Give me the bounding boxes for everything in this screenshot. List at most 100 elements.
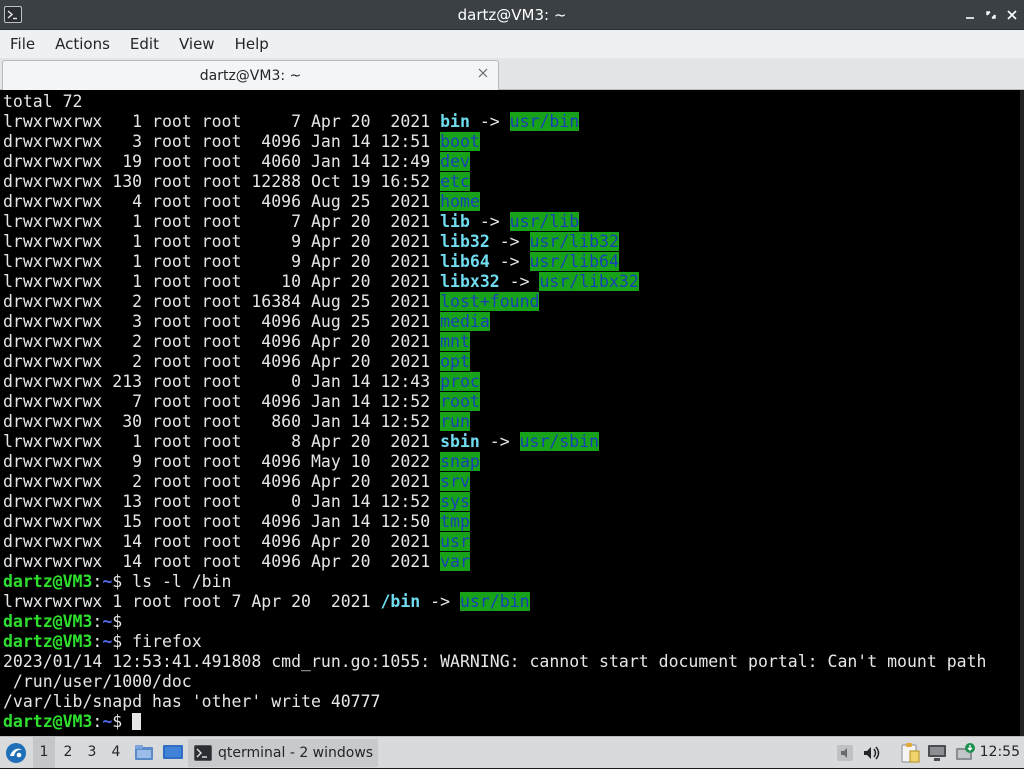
prompt-path: ~ bbox=[102, 612, 113, 631]
terminal-icon[interactable] bbox=[4, 6, 22, 23]
network-icon[interactable] bbox=[926, 743, 948, 763]
terminal-text: drwxrwxrwx 3 root root 4096 Jan 14 12:51 bbox=[3, 132, 441, 151]
terminal-line: dartz@VM3:~$ bbox=[3, 712, 986, 732]
directory-name: sys bbox=[440, 492, 470, 511]
menu-help[interactable]: Help bbox=[225, 30, 279, 58]
symlink-name: lib64 bbox=[440, 252, 490, 271]
terminal-text: $ bbox=[112, 612, 123, 631]
terminal-line: lrwxrwxrwx 1 root root 10 Apr 20 2021 li… bbox=[3, 272, 986, 292]
terminal-text: lrwxrwxrwx 1 root root 9 Apr 20 2021 bbox=[3, 232, 441, 251]
symlink-name: sbin bbox=[440, 432, 480, 451]
clock[interactable]: 12:55 bbox=[980, 737, 1020, 768]
menu-edit[interactable]: Edit bbox=[120, 30, 169, 58]
file-manager-icon[interactable] bbox=[134, 742, 154, 762]
terminal-line: dartz@VM3:~$ bbox=[3, 612, 986, 632]
terminal-line: drwxrwxrwx 14 root root 4096 Apr 20 2021… bbox=[3, 532, 986, 552]
terminal-output[interactable]: total 72 lrwxrwxrwx 1 root root 7 Apr 20 … bbox=[0, 90, 1024, 736]
restore-icon[interactable] bbox=[982, 6, 1000, 24]
directory-name: var bbox=[440, 552, 470, 571]
show-desktop-icon[interactable] bbox=[162, 742, 184, 762]
terminal-line: drwxrwxrwx 2 root root 16384 Aug 25 2021… bbox=[3, 292, 986, 312]
directory-name: lost+found bbox=[440, 292, 540, 311]
terminal-text: drwxrwxrwx 14 root root 4096 Apr 20 2021 bbox=[3, 552, 441, 571]
minimize-icon[interactable] bbox=[961, 6, 979, 24]
terminal-text: drwxrwxrwx 2 root root 4096 Apr 20 2021 bbox=[3, 332, 441, 351]
terminal-line: lrwxrwxrwx 1 root root 8 Apr 20 2021 sbi… bbox=[3, 432, 986, 452]
symlink-name: libx32 bbox=[440, 272, 500, 291]
terminal-line: drwxrwxrwx 13 root root 0 Jan 14 12:52 s… bbox=[3, 492, 986, 512]
directory-name: srv bbox=[440, 472, 470, 491]
directory-name: usr/bin bbox=[509, 112, 580, 131]
update-notifier-icon[interactable] bbox=[954, 742, 976, 764]
terminal-text: lrwxrwxrwx 1 root root 8 Apr 20 2021 bbox=[3, 432, 441, 451]
menu-file[interactable]: File bbox=[0, 30, 45, 58]
terminal-text: drwxrwxrwx 2 root root 16384 Aug 25 2021 bbox=[3, 292, 441, 311]
workspace-4[interactable]: 4 bbox=[105, 737, 127, 768]
directory-name: usr bbox=[440, 532, 470, 551]
terminal-line: lrwxrwxrwx 1 root root 9 Apr 20 2021 lib… bbox=[3, 252, 986, 272]
terminal-text: drwxrwxrwx 4 root root 4096 Aug 25 2021 bbox=[3, 192, 441, 211]
lxqt-start-menu-icon[interactable] bbox=[4, 741, 28, 765]
tab-terminal[interactable]: dartz@VM3: ~ bbox=[2, 60, 499, 90]
prompt-path: ~ bbox=[102, 572, 113, 591]
terminal-text: -> bbox=[489, 232, 530, 251]
terminal-scrollbar[interactable] bbox=[1020, 90, 1024, 736]
terminal-line: lrwxrwxrwx 1 root root 7 Apr 20 2021 bin… bbox=[3, 112, 986, 132]
terminal-text: $ bbox=[112, 712, 133, 731]
directory-name: usr/lib32 bbox=[529, 232, 619, 251]
workspace-1[interactable]: 1 bbox=[33, 737, 55, 768]
workspace-2[interactable]: 2 bbox=[57, 737, 79, 768]
terminal-text: -> bbox=[479, 432, 520, 451]
terminal-text: drwxrwxrwx 9 root root 4096 May 10 2022 bbox=[3, 452, 441, 471]
terminal-text: drwxrwxrwx 13 root root 0 Jan 14 12:52 bbox=[3, 492, 441, 511]
terminal-text: lrwxrwxrwx 1 root root 7 Apr 20 2021 bbox=[3, 592, 381, 611]
terminal-line: /run/user/1000/doc bbox=[3, 672, 986, 692]
terminal-text: drwxrwxrwx 130 root root 12288 Oct 19 16… bbox=[3, 172, 441, 191]
terminal-text: /var/lib/snapd has 'other' write 40777 bbox=[3, 692, 381, 711]
workspace-3[interactable]: 3 bbox=[81, 737, 103, 768]
clipboard-icon[interactable] bbox=[900, 742, 920, 764]
prompt-user: dartz@VM3 bbox=[3, 572, 93, 591]
terminal-text: drwxrwxrwx 7 root root 4096 Jan 14 12:52 bbox=[3, 392, 441, 411]
directory-name: root bbox=[440, 392, 480, 411]
window-title: dartz@VM3: ~ bbox=[457, 5, 567, 24]
terminal-text: : bbox=[92, 612, 103, 631]
close-icon[interactable] bbox=[476, 67, 490, 81]
terminal-text: -> bbox=[420, 592, 460, 611]
volume-icon[interactable] bbox=[862, 744, 882, 762]
terminal-text: $ firefox bbox=[112, 632, 202, 651]
terminal-line: drwxrwxrwx 30 root root 860 Jan 14 12:52… bbox=[3, 412, 986, 432]
terminal-text: : bbox=[92, 712, 103, 731]
terminal-text: drwxrwxrwx 15 root root 4096 Jan 14 12:5… bbox=[3, 512, 441, 531]
directory-name: tmp bbox=[440, 512, 470, 531]
terminal-line: drwxrwxrwx 3 root root 4096 Jan 14 12:51… bbox=[3, 132, 986, 152]
terminal-text: drwxrwxrwx 30 root root 860 Jan 14 12:52 bbox=[3, 412, 441, 431]
prompt-user: dartz@VM3 bbox=[3, 632, 93, 651]
terminal-text: drwxrwxrwx 2 root root 4096 Apr 20 2021 bbox=[3, 352, 441, 371]
terminal-text: drwxrwxrwx 14 root root 4096 Apr 20 2021 bbox=[3, 532, 441, 551]
terminal-icon bbox=[194, 745, 212, 761]
taskbar: 1 2 3 4 qterminal - 2 windows 12:55 bbox=[0, 736, 1024, 768]
prompt-user: dartz@VM3 bbox=[3, 612, 93, 631]
symlink-name: /bin bbox=[380, 592, 421, 611]
terminal-line: lrwxrwxrwx 1 root root 9 Apr 20 2021 lib… bbox=[3, 232, 986, 252]
terminal-cursor bbox=[132, 713, 142, 730]
terminal-text: -> bbox=[469, 112, 510, 131]
terminal-line: lrwxrwxrwx 1 root root 7 Apr 20 2021 lib… bbox=[3, 212, 986, 232]
terminal-text: drwxrwxrwx 3 root root 4096 Aug 25 2021 bbox=[3, 312, 441, 331]
terminal-text: lrwxrwxrwx 1 root root 7 Apr 20 2021 bbox=[3, 112, 441, 131]
terminal-line: drwxrwxrwx 4 root root 4096 Aug 25 2021 … bbox=[3, 192, 986, 212]
taskbar-task-qterminal[interactable]: qterminal - 2 windows bbox=[188, 739, 378, 767]
directory-name: usr/lib64 bbox=[529, 252, 619, 271]
title-bar: dartz@VM3: ~ bbox=[0, 0, 1024, 30]
menu-actions[interactable]: Actions bbox=[45, 30, 120, 58]
directory-name: run bbox=[440, 412, 470, 431]
terminal-line: drwxrwxrwx 2 root root 4096 Apr 20 2021 … bbox=[3, 472, 986, 492]
terminal-line: drwxrwxrwx 130 root root 12288 Oct 19 16… bbox=[3, 172, 986, 192]
close-icon[interactable] bbox=[1003, 6, 1021, 24]
terminal-text: $ ls -l /bin bbox=[112, 572, 232, 591]
directory-name: boot bbox=[440, 132, 480, 151]
menu-view[interactable]: View bbox=[169, 30, 225, 58]
terminal-lines: total 72 lrwxrwxrwx 1 root root 7 Apr 20 … bbox=[3, 92, 986, 732]
volume-off-icon[interactable] bbox=[836, 744, 854, 762]
